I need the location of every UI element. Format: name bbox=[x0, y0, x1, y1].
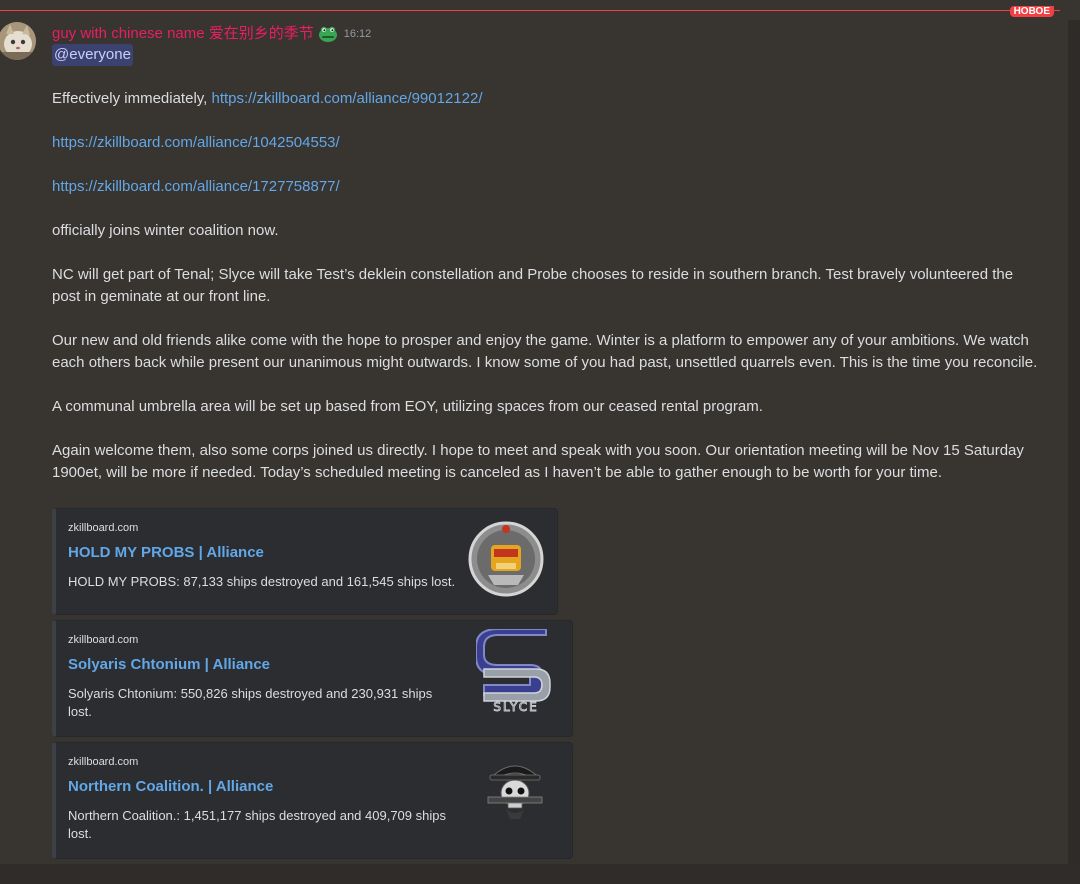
scrollbar-track[interactable] bbox=[1068, 20, 1080, 864]
message-line-1: Effectively immediately, https://zkillbo… bbox=[52, 88, 1042, 110]
message-paragraph-umbrella: A communal umbrella area will be set up … bbox=[52, 398, 763, 415]
hold-my-probs-logo-icon[interactable] bbox=[466, 519, 546, 599]
everyone-mention[interactable]: @everyone bbox=[52, 44, 133, 66]
message-paragraph-welcome: Again welcome them, also some corps join… bbox=[52, 442, 1024, 481]
zkillboard-link-2[interactable]: https://zkillboard.com/alliance/10425045… bbox=[52, 134, 340, 151]
embed-title[interactable]: Solyaris Chtonium | Alliance bbox=[68, 655, 270, 675]
frog-emoji-icon bbox=[318, 25, 338, 43]
message-content: @everyone Effectively immediately, https… bbox=[52, 44, 1042, 484]
chat-message: guy with chinese name 爱在别乡的季节 16:12 @eve… bbox=[0, 20, 1068, 864]
chat-viewport: НОВОЕ guy with chinese name 爱在别乡的季节 16:1… bbox=[0, 0, 1080, 884]
embed-description: Solyaris Chtonium: 550,826 ships destroy… bbox=[68, 686, 433, 719]
link-embed-hold-my-probs: zkillboard.com HOLD MY PROBS | Alliance … bbox=[52, 508, 558, 615]
message-paragraph-joins: officially joins winter coalition now. bbox=[52, 222, 279, 239]
northern-coalition-skull-logo-icon[interactable] bbox=[480, 755, 560, 835]
slyce-logo-text: SLYCE bbox=[493, 700, 538, 713]
embed-description: Northern Coalition.: 1,451,177 ships des… bbox=[68, 808, 446, 841]
message-paragraph-territory: NC will get part of Tenal; Slyce will ta… bbox=[52, 266, 1014, 305]
embed-title[interactable]: HOLD MY PROBS | Alliance bbox=[68, 543, 264, 563]
embed-provider[interactable]: zkillboard.com bbox=[68, 521, 138, 535]
avatar[interactable] bbox=[0, 22, 36, 60]
link-embed-solyaris-chtonium: zkillboard.com Solyaris Chtonium | Allia… bbox=[52, 620, 573, 737]
username[interactable]: guy with chinese name 爱在别乡的季节 bbox=[52, 24, 314, 44]
new-messages-badge: НОВОЕ bbox=[1009, 6, 1054, 17]
embed-provider[interactable]: zkillboard.com bbox=[68, 755, 138, 769]
embed-description: HOLD MY PROBS: 87,133 ships destroyed an… bbox=[68, 574, 456, 589]
message-paragraph-friends: Our new and old friends alike come with … bbox=[52, 332, 1038, 371]
zkillboard-link-1[interactable]: https://zkillboard.com/alliance/99012122… bbox=[212, 90, 483, 107]
link-embed-northern-coalition: zkillboard.com Northern Coalition. | All… bbox=[52, 742, 573, 859]
timestamp[interactable]: 16:12 bbox=[344, 24, 372, 44]
embed-title[interactable]: Northern Coalition. | Alliance bbox=[68, 777, 273, 797]
message-text: Effectively immediately, bbox=[52, 90, 212, 107]
slyce-logo-icon[interactable]: SLYCE bbox=[475, 628, 556, 714]
new-messages-divider bbox=[0, 10, 1060, 11]
bottom-spacer bbox=[0, 864, 1080, 884]
zkillboard-link-3[interactable]: https://zkillboard.com/alliance/17277588… bbox=[52, 178, 340, 195]
message-header: guy with chinese name 爱在别乡的季节 16:12 bbox=[52, 24, 371, 44]
embed-provider[interactable]: zkillboard.com bbox=[68, 633, 138, 647]
